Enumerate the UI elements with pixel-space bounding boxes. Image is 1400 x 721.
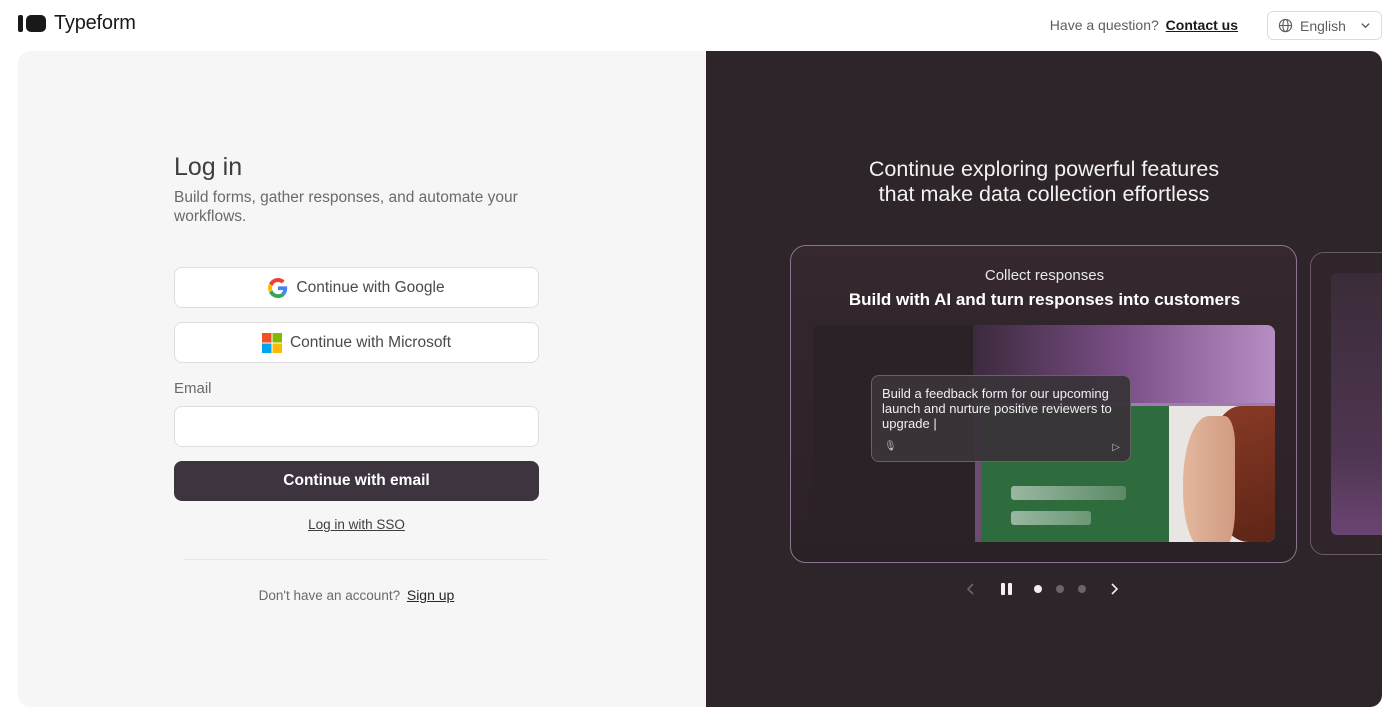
promo-headline-line-2: that make data collection effortless bbox=[878, 182, 1210, 206]
login-panel: Log in Build forms, gather responses, an… bbox=[18, 51, 706, 707]
help-text-container: Have a question? Contact us bbox=[1050, 17, 1238, 33]
page-subtitle: Build forms, gather responses, and autom… bbox=[174, 189, 518, 225]
microsoft-logo-icon bbox=[261, 332, 282, 353]
signup-prompt: Don't have an account? Sign up bbox=[174, 587, 539, 603]
microphone-icon: 🎙 bbox=[884, 441, 897, 452]
typeform-logo[interactable]: Typeform bbox=[18, 12, 136, 35]
slide-eyebrow: Collect responses bbox=[984, 267, 1105, 284]
feature-slide-card: Collect responses Build with AI and turn… bbox=[790, 245, 1297, 563]
pause-icon[interactable] bbox=[997, 578, 1015, 600]
promo-panel: Continue exploring powerful features tha… bbox=[706, 51, 1382, 707]
ai-prompt-box: Build a feedback form for our upcoming l… bbox=[871, 375, 1131, 462]
chevron-right-icon[interactable] bbox=[1105, 578, 1123, 600]
globe-icon bbox=[1278, 18, 1293, 33]
divider bbox=[184, 559, 547, 560]
continue-with-microsoft-button[interactable]: Continue with Microsoft bbox=[174, 322, 539, 363]
carousel-dot-3[interactable] bbox=[1078, 585, 1086, 593]
carousel-dot-2[interactable] bbox=[1056, 585, 1064, 593]
language-selector[interactable]: English bbox=[1267, 11, 1382, 40]
page-title: Log in bbox=[174, 153, 243, 181]
chevron-left-icon[interactable] bbox=[962, 578, 980, 600]
help-text: Have a question? bbox=[1049, 17, 1159, 33]
brand-name: Typeform bbox=[54, 12, 136, 34]
email-label: Email bbox=[174, 380, 212, 397]
email-field[interactable] bbox=[174, 406, 539, 447]
google-logo-icon bbox=[268, 277, 288, 298]
signup-prompt-text: Don't have an account? bbox=[258, 588, 401, 603]
contact-us-link[interactable]: Contact us bbox=[1166, 17, 1238, 33]
language-label: English bbox=[1300, 17, 1346, 34]
continue-with-email-button[interactable]: Continue with email bbox=[174, 461, 539, 501]
carousel-controls bbox=[962, 578, 1123, 600]
next-slide-preview bbox=[1310, 252, 1382, 555]
promo-headline-line-1: Continue exploring powerful features bbox=[868, 157, 1220, 181]
carousel-dot-1[interactable] bbox=[1034, 585, 1042, 593]
microsoft-button-label: Continue with Microsoft bbox=[289, 333, 452, 351]
person-photo bbox=[1169, 406, 1275, 542]
sign-up-link[interactable]: Sign up bbox=[407, 587, 454, 603]
log-in-with-sso-link[interactable]: Log in with SSO bbox=[174, 517, 539, 532]
google-button-label: Continue with Google bbox=[296, 278, 445, 296]
ai-prompt-text: Build a feedback form for our upcoming l… bbox=[882, 386, 1112, 431]
promo-headline: Continue exploring powerful features tha… bbox=[706, 157, 1382, 207]
slide-illustration: Build a feedback form for our upcoming l… bbox=[813, 325, 1275, 542]
slide-title: Build with AI and turn responses into cu… bbox=[848, 290, 1241, 309]
top-bar: Typeform Have a question? Contact us Eng… bbox=[0, 0, 1400, 50]
typeform-logo-icon bbox=[18, 15, 46, 32]
chevron-down-icon bbox=[1361, 23, 1370, 29]
continue-with-google-button[interactable]: Continue with Google bbox=[174, 267, 539, 308]
send-icon: ▷ bbox=[1112, 442, 1120, 453]
